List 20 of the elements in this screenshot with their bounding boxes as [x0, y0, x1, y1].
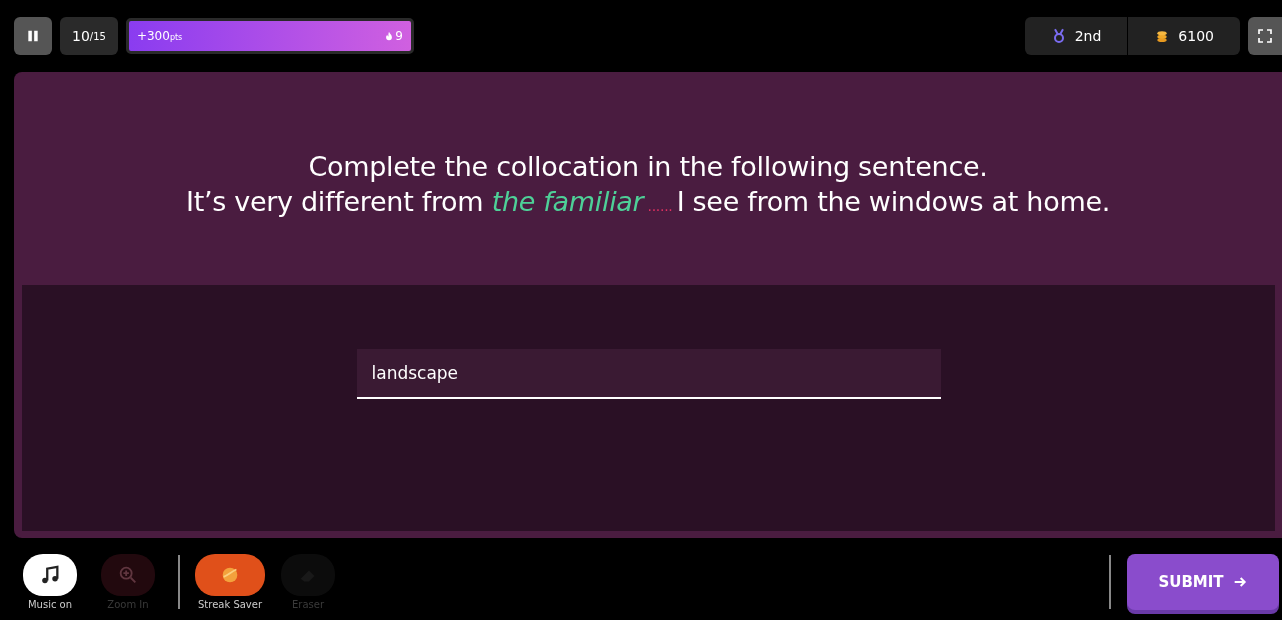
tool-label: Streak Saver: [197, 599, 263, 610]
tool-label: Music on: [27, 599, 73, 610]
pause-button[interactable]: [14, 17, 52, 55]
music-note-icon: [39, 564, 61, 586]
streak-button[interactable]: [195, 554, 265, 596]
zoom-in-icon: [117, 564, 139, 586]
question-counter: 10/15: [60, 17, 118, 55]
fullscreen-button[interactable]: [1248, 17, 1282, 55]
pause-icon: [26, 29, 40, 43]
streak-count: 9: [395, 29, 403, 43]
answer-field[interactable]: landscape: [356, 349, 941, 399]
coins-text: 6100: [1178, 28, 1214, 44]
tool-label: Eraser: [292, 599, 324, 610]
question-sentence: It’s very different from the familiar......I see from the windows at home.: [186, 185, 1110, 217]
fullscreen-icon: [1257, 28, 1273, 44]
rank-text: 2nd: [1074, 28, 1102, 44]
question-title: Complete the collocation in the following sentence.: [308, 150, 988, 182]
flame-icon: [384, 31, 395, 41]
music-button[interactable]: [23, 554, 77, 596]
points-text: +300pts: [136, 29, 183, 43]
